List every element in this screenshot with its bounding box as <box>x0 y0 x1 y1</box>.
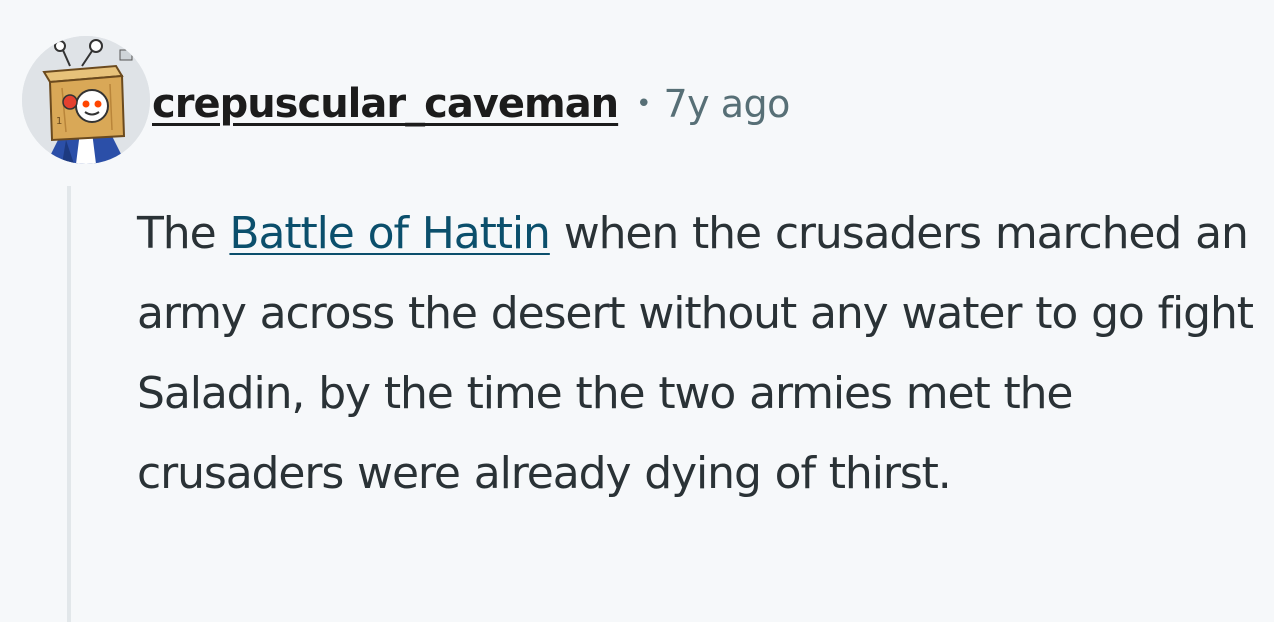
svg-text:1: 1 <box>56 116 62 127</box>
battle-of-hattin-link[interactable]: Battle of Hattin <box>229 208 551 259</box>
timestamp[interactable]: 7y ago <box>664 82 791 126</box>
separator-dot: • <box>636 89 652 119</box>
author-link[interactable]: crepuscular_caveman <box>152 81 619 127</box>
avatar[interactable]: 1 <box>22 36 150 164</box>
comment-body-prefix: The <box>137 208 230 259</box>
comment-body: The Battle of Hattin when the crusaders … <box>137 194 1262 514</box>
snoo-box-costume-avatar-icon: 1 <box>22 36 150 164</box>
comment-meta: crepuscular_caveman • 7y ago <box>152 76 790 132</box>
comment: 1 crepuscular_caveman • 7y ago The Battl… <box>0 0 1274 622</box>
thread-line[interactable] <box>67 186 71 622</box>
